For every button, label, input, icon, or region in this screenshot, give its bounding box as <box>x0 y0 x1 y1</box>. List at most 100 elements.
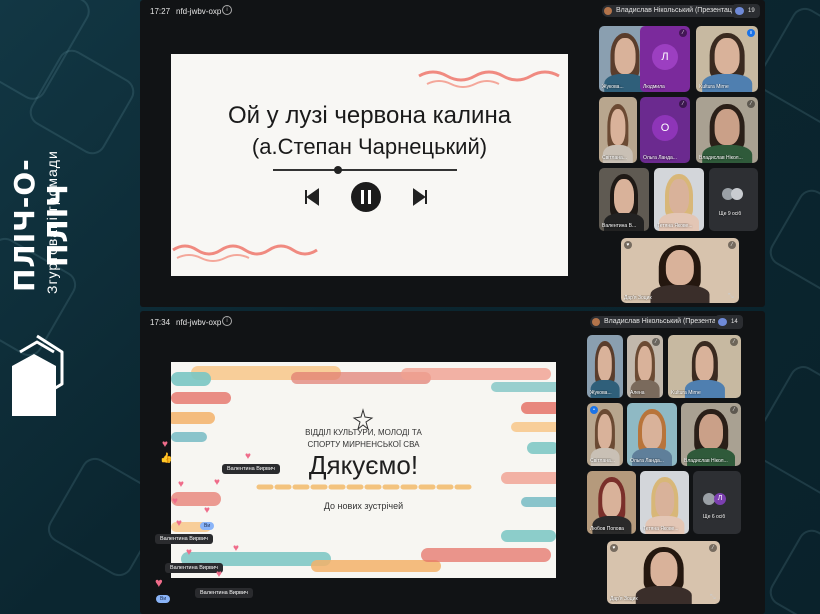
mic-off-icon: ⁄ <box>679 29 687 37</box>
participant-name: Світлана... <box>590 458 615 464</box>
participant-name: Любов Попова <box>590 526 624 532</box>
decor-hexagon <box>764 184 820 300</box>
participant-tile[interactable]: Світлана... <box>599 97 637 163</box>
participant-tile[interactable]: Л ⁄ Людмила <box>640 26 690 92</box>
participant-name: Валентина В... <box>602 223 637 229</box>
participant-tile[interactable]: Валентина В... <box>599 168 649 231</box>
you-chip: Ви <box>200 522 215 530</box>
heart-reaction-icon: ♥ <box>233 543 239 554</box>
more-participants-tile[interactable]: Ще 9 осіб <box>709 168 758 231</box>
mic-off-icon: ⁄ <box>709 544 717 552</box>
participant-name: Світлана... <box>602 155 627 161</box>
participant-name: Kultura Mirne <box>699 84 729 90</box>
participant-tile[interactable]: ⁄ Владислав Нікол... <box>681 403 741 466</box>
presenter-pill[interactable]: Владислав Нікольський (Презентація) <box>590 316 734 328</box>
song-title: Ой у лузі червона калина <box>227 102 512 129</box>
meeting-code: nfd-jwbv-oxp <box>176 318 222 327</box>
meet-topbar: 17:27 nfd-jwbv-oxp i Владислав Нікольськ… <box>140 0 765 22</box>
mic-off-icon: ⁄ <box>730 406 738 414</box>
heart-reaction-icon: ♥ <box>186 547 192 558</box>
org-line-1: ВІДДІЛ КУЛЬТУРИ, МОЛОДІ ТА <box>305 428 422 437</box>
meet-window-1: 17:27 nfd-jwbv-oxp i Владислав Нікольськ… <box>140 0 765 307</box>
meeting-code: nfd-jwbv-oxp <box>176 7 222 16</box>
avatar <box>604 7 612 15</box>
heart-reaction-icon: ♥ <box>204 505 210 516</box>
participant-tile[interactable]: ⁄ Kultura Mirne <box>668 335 741 398</box>
presentation-slide: Ой у лузі червона калина (а.Степан Чарне… <box>171 54 568 276</box>
reaction-name-tag: Валентина Вирвич <box>222 464 280 474</box>
avatar: Л <box>652 44 678 70</box>
participant-name: Алена <box>630 390 645 396</box>
decor-hexagon <box>764 524 820 614</box>
mic-off-icon: ⁄ <box>728 241 736 249</box>
expand-icon[interactable]: ⤡ <box>710 594 718 602</box>
people-icon <box>735 7 744 15</box>
raised-hand-icon: ♥ <box>610 544 618 552</box>
heart-reaction-icon: ♥ <box>155 575 163 590</box>
farewell-text: До нових зустрічей <box>323 501 404 511</box>
participant-tile[interactable]: Ольга Ланда... <box>627 403 677 466</box>
meeting-time: 17:34 <box>150 318 171 327</box>
heart-reaction-icon: ♥ <box>216 569 222 580</box>
participant-tile[interactable]: ⁄ Владислав Нікол... <box>696 97 758 163</box>
participant-count: 19 <box>748 8 755 14</box>
participant-name: Владислав Нікол... <box>699 155 743 161</box>
participant-count: 14 <box>731 319 738 325</box>
participants-button[interactable]: 19 <box>732 4 760 18</box>
participant-name: Дар'я Зоцик <box>610 596 638 602</box>
presenter-pill[interactable]: Владислав Нікольський (Презентація) <box>602 5 746 17</box>
featured-participant-tile[interactable]: ♥ ⁄ Дар'я Зоцик <box>607 541 720 604</box>
brand-logo-icon <box>12 334 64 416</box>
heart-reaction-icon: ♥ <box>176 518 182 529</box>
expand-icon[interactable]: ⤡ <box>728 293 736 301</box>
speaking-icon: ॥ <box>747 29 755 37</box>
heart-reaction-icon: ♥ <box>245 451 251 462</box>
reaction-name-tag: Валентина Вирвич <box>165 563 223 573</box>
brand-subtitle: Згуртовані громади <box>44 150 60 295</box>
brand-title: ПЛІЧ-О-ПЛІЧ <box>8 158 74 293</box>
participant-name: Дар'я Зоцик <box>624 295 652 301</box>
mic-off-icon: ⁄ <box>747 100 755 108</box>
speaking-icon: • <box>590 406 598 414</box>
participant-name: Людмила <box>643 84 665 90</box>
meet-topbar: 17:34 nfd-jwbv-oxp i Владислав Нікольськ… <box>140 311 765 333</box>
mic-off-icon: ⁄ <box>652 338 660 346</box>
participant-tile[interactable]: Жукова... <box>587 335 623 398</box>
info-icon[interactable]: i <box>222 316 232 326</box>
thumbs-up-reaction-icon: 👍 <box>160 453 173 464</box>
participant-name: Тетяна Якове... <box>657 223 693 229</box>
participant-tile[interactable]: О ⁄ Ольга Ланда... <box>640 97 690 163</box>
heart-reaction-icon: ♥ <box>214 477 220 488</box>
heart-reaction-icon: ♥ <box>162 439 168 450</box>
avatar: О <box>652 115 678 141</box>
info-icon[interactable]: i <box>222 5 232 15</box>
song-author: (а.Степан Чарнецький) <box>251 134 488 159</box>
avatar <box>731 188 743 200</box>
org-line-2: СПОРТУ МИРНЕНСЬКОЇ СВА <box>307 440 420 449</box>
more-participants-tile[interactable]: Л Ще 6 осіб <box>693 471 741 534</box>
people-icon <box>718 318 727 326</box>
participant-name: Жукова... <box>590 390 612 396</box>
participants-button[interactable]: 14 <box>715 315 743 329</box>
avatar <box>592 318 600 326</box>
more-participants-label: Ще 6 осіб <box>703 514 726 520</box>
participant-tile[interactable]: Любов Попова <box>587 471 636 534</box>
presenter-name: Владислав Нікольський (Презентація) <box>604 318 728 325</box>
participant-tile[interactable]: • Світлана... <box>587 403 623 466</box>
participant-name: Тетяна Якове... <box>643 526 679 532</box>
participant-name: Владислав Нікол... <box>684 458 728 464</box>
more-participants-label: Ще 9 осіб <box>719 211 742 217</box>
participant-tile[interactable]: ⁄ Алена <box>627 335 663 398</box>
you-chip: Ви <box>156 595 171 603</box>
participant-name: Kultura Mirne <box>671 390 701 396</box>
featured-participant-tile[interactable]: ♥ ⁄ Дар'я Зоцик <box>621 238 739 303</box>
reaction-name-tag: Валентина Вирвич <box>195 588 253 598</box>
participant-tile[interactable]: Тетяна Якове... <box>640 471 689 534</box>
meeting-time: 17:27 <box>150 7 171 16</box>
slide-decor <box>172 70 560 262</box>
participant-tile[interactable]: Тетяна Якове... <box>654 168 704 231</box>
avatar: Л <box>714 493 726 505</box>
mic-off-icon: ⁄ <box>730 338 738 346</box>
participant-tile[interactable]: ॥ Kultura Mirne <box>696 26 758 92</box>
participant-name: Жукова... <box>602 84 624 90</box>
